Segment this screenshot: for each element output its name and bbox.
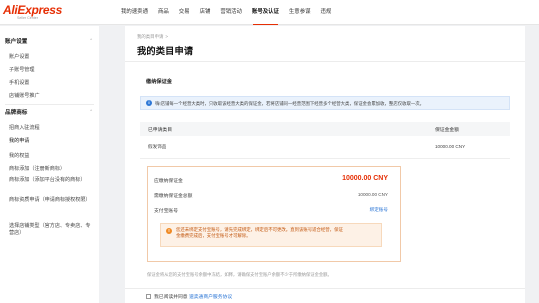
- payment-box: 应缴纳保证金 10000.00 CNY 需缴纳保证金总额 10000.00 CN…: [147, 166, 401, 262]
- sidebar-item-store-account-promotion[interactable]: 店铺账号推广: [9, 92, 40, 99]
- sidebar-group-account-settings[interactable]: 账户设置: [5, 37, 27, 45]
- cell-category: 假发饰品: [148, 144, 167, 149]
- info-notice: i 嗨!店铺每一个经营大类时，只收取该经营大类的保证金，若将店铺同一经营范围下经…: [140, 96, 510, 110]
- sidebar-item-account-settings[interactable]: 账户设置: [9, 53, 29, 60]
- nav-item-business-advisor[interactable]: 生意参谋: [284, 0, 316, 25]
- total-deposit-amount: 10000.00 CNY: [357, 192, 388, 197]
- sidebar-item-select-store-type[interactable]: 选择店铺类型（官方店、专卖店、专营店）: [9, 223, 91, 237]
- cell-deposit-amount: 10000.00 CNY: [435, 144, 466, 149]
- agreement-row: 我已阅读并同意 速卖通商户服务协议: [146, 293, 232, 300]
- section-title-deposit: 缴纳保证金: [146, 79, 172, 85]
- nav-item-products[interactable]: 商品: [153, 0, 174, 25]
- warning-notice-text: 您还未绑定支付宝账号，请先完成绑定，绑定后不可更改。直到该账号适合经营，保证金缴…: [176, 227, 343, 238]
- table-header: 已申请类目 保证金金额: [140, 122, 510, 136]
- warning-notice: ! 您还未绑定支付宝账号，请先完成绑定，绑定后不可更改。直到该账号适合经营，保证…: [160, 223, 382, 247]
- sidebar-item-add-new-trademark[interactable]: 商标添加（注册新商标）: [9, 165, 65, 172]
- table-row-divider: [140, 158, 510, 159]
- aliexpress-logo[interactable]: AliExpress Seller Center: [3, 4, 62, 20]
- deposit-due-label: 应缴纳保证金: [154, 179, 183, 184]
- sidebar-item-my-applications[interactable]: 我的申请: [9, 137, 29, 144]
- info-icon: i: [146, 100, 152, 106]
- top-navigation-bar: AliExpress Seller Center 我的速卖通 商品 交易 店铺 …: [0, 0, 539, 25]
- sidebar-divider: [5, 104, 94, 105]
- nav-item-store[interactable]: 店铺: [195, 0, 216, 25]
- total-deposit-label: 需缴纳保证金总额: [154, 194, 193, 199]
- sidebar-item-sub-accounts[interactable]: 子账号管理: [9, 66, 34, 73]
- sidebar: 账户设置 ⌃ 账户设置 子账号管理 手机设置 店铺账号推广 品牌商标 ⌃ 招商入…: [0, 26, 99, 303]
- sidebar-item-my-rights[interactable]: 我的权益: [9, 152, 29, 159]
- logo-brand-text: AliExpress: [3, 3, 63, 17]
- alipay-account-label: 支付宝账号: [154, 209, 178, 214]
- breadcrumb: 我的类目申请 >: [137, 34, 168, 40]
- footer-divider: [125, 288, 525, 289]
- sidebar-item-add-platform-trademark[interactable]: 商标添加（添加平台没有的商标）: [9, 177, 91, 184]
- info-notice-text: 嗨!店铺每一个经营大类时，只收取该经营大类的保证金，若将店铺同一经营范围下经营多…: [155, 100, 425, 106]
- nav-item-marketing[interactable]: 营销活动: [215, 0, 247, 25]
- breadcrumb-link[interactable]: 我的类目申请: [137, 34, 163, 39]
- bind-account-link[interactable]: 绑定账号: [370, 207, 388, 213]
- main-panel: 我的类目申请 > 我的类目申请 缴纳保证金 i 嗨!店铺每一个经营大类时，只收取该…: [125, 26, 525, 303]
- column-header-category: 已申请类目: [148, 128, 172, 133]
- deposit-note: 保证金将从您的支付宝账号余额中冻结，如释，请确保支付宝账户余额不少于所缴纳保证金…: [147, 272, 332, 277]
- warning-icon: !: [166, 228, 172, 234]
- collapse-caret-icon[interactable]: ⌃: [89, 109, 93, 115]
- collapse-caret-icon[interactable]: ⌃: [89, 38, 93, 44]
- sidebar-item-trademark-qualification[interactable]: 商标资质申请（申请商标授权权限）: [9, 197, 91, 204]
- sidebar-item-phone-settings[interactable]: 手机设置: [9, 79, 29, 86]
- column-header-deposit-amount: 保证金金额: [435, 128, 459, 133]
- nav-item-account-certification[interactable]: 账号及认证: [247, 0, 284, 25]
- nav-item-my-aliexpress[interactable]: 我的速卖通: [116, 0, 153, 25]
- sidebar-group-brand-trademark[interactable]: 品牌商标: [5, 108, 27, 116]
- agreement-link[interactable]: 速卖通商户服务协议: [189, 295, 232, 300]
- agreement-prefix-text: 我已阅读并同意: [154, 295, 188, 300]
- sidebar-item-onboarding-process[interactable]: 招商入驻流程: [9, 124, 40, 131]
- nav-item-transactions[interactable]: 交易: [174, 0, 195, 25]
- deposit-due-amount: 10000.00 CNY: [342, 175, 388, 182]
- agreement-checkbox[interactable]: [146, 294, 151, 299]
- breadcrumb-separator: >: [165, 34, 168, 39]
- header-divider: [125, 61, 525, 62]
- main-nav: 我的速卖通 商品 交易 店铺 营销活动 账号及认证 生意参谋 违规: [116, 0, 336, 25]
- nav-item-violations[interactable]: 违规: [315, 0, 336, 25]
- page-title: 我的类目申请: [137, 46, 194, 56]
